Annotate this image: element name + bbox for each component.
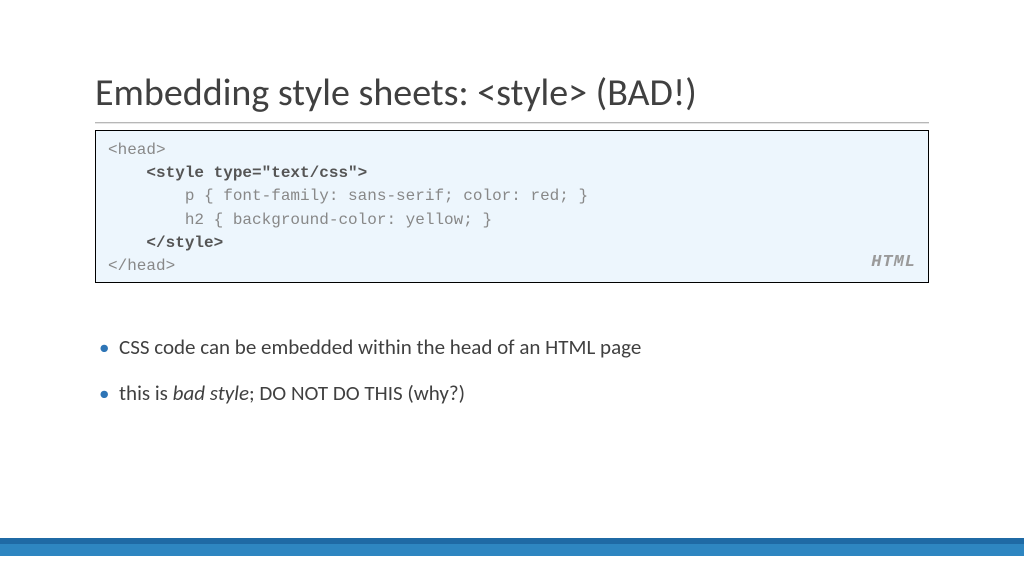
code-content: <head> <style type="text/css"> p { font-… (108, 139, 916, 278)
code-line-2: <style type="text/css"> (108, 164, 367, 182)
code-language-badge: HTML (871, 251, 916, 276)
slide-title: Embedding style sheets: <style> (BAD!) (95, 70, 929, 116)
footer-accent-bar (0, 538, 1024, 556)
bullet-2-em: bad style (173, 380, 249, 406)
title-underline (95, 122, 929, 124)
code-block: <head> <style type="text/css"> p { font-… (95, 130, 929, 283)
bullet-list: CSS code can be embedded within the head… (95, 333, 929, 408)
bullet-2-pre: this is (119, 380, 173, 406)
code-line-4: h2 { background-color: yellow; } (108, 211, 492, 229)
bullet-item-1: CSS code can be embedded within the head… (119, 333, 929, 361)
code-line-5: </style> (108, 234, 223, 252)
footer-bar-light (0, 544, 1024, 556)
bullet-item-2: this is bad style; DO NOT DO THIS (why?) (119, 379, 929, 407)
slide: Embedding style sheets: <style> (BAD!) <… (0, 0, 1024, 576)
code-line-1: <head> (108, 141, 166, 159)
code-line-3: p { font-family: sans-serif; color: red;… (108, 187, 588, 205)
bullet-2-post: ; DO NOT DO THIS (why?) (249, 380, 465, 406)
code-line-6: </head> (108, 257, 175, 275)
